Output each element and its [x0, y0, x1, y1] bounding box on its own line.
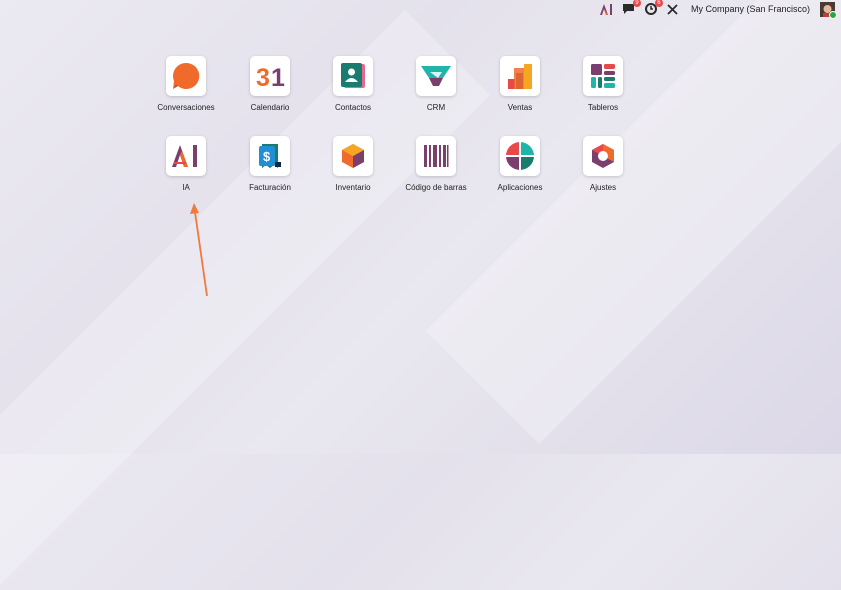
- discuss-icon: [173, 62, 200, 89]
- dashboards-icon: [591, 64, 615, 88]
- contacts-icon: [341, 63, 365, 88]
- app-tile[interactable]: [333, 136, 373, 176]
- app-conversaciones[interactable]: Conversaciones: [146, 56, 226, 112]
- app-tile[interactable]: [166, 136, 206, 176]
- app-ajustes[interactable]: Ajustes: [563, 136, 643, 192]
- sales-icon: [508, 64, 532, 89]
- app-label: Tableros: [587, 103, 619, 112]
- barcode-icon: [424, 145, 449, 167]
- app-label: IA: [182, 183, 190, 192]
- ai-icon: [172, 145, 197, 167]
- settings-icon: [592, 144, 614, 168]
- app-label: Ventas: [507, 103, 533, 112]
- app-label: Aplicaciones: [497, 183, 543, 192]
- svg-text:3: 3: [256, 64, 270, 90]
- app-tile[interactable]: [333, 56, 373, 96]
- app-aplicaciones[interactable]: Aplicaciones: [480, 136, 560, 192]
- app-inventario[interactable]: Inventario: [313, 136, 393, 192]
- app-tile[interactable]: [416, 136, 456, 176]
- app-ia[interactable]: IA: [146, 136, 226, 192]
- app-tableros[interactable]: Tableros: [563, 56, 643, 112]
- app-label: Código de barras: [405, 183, 467, 192]
- app-codigo-de-barras[interactable]: Código de barras: [396, 136, 476, 192]
- app-facturacion[interactable]: $ Facturación: [230, 136, 310, 192]
- app-tile[interactable]: 3 1: [250, 56, 290, 96]
- app-tile[interactable]: [166, 56, 206, 96]
- app-tile[interactable]: [583, 136, 623, 176]
- app-ventas[interactable]: Ventas: [480, 56, 560, 112]
- app-label: Facturación: [249, 183, 291, 192]
- app-label: Inventario: [335, 183, 371, 192]
- crm-icon: [421, 66, 451, 86]
- invoicing-icon: $: [259, 144, 281, 168]
- app-label: CRM: [426, 103, 446, 112]
- inventory-icon: [342, 144, 364, 168]
- app-label: Conversaciones: [157, 103, 215, 112]
- app-tile[interactable]: [500, 56, 540, 96]
- svg-text:$: $: [263, 149, 271, 164]
- app-label: Calendario: [250, 103, 290, 112]
- app-tile[interactable]: [583, 56, 623, 96]
- app-grid: Conversaciones 3 1 Calendario Contactos: [0, 0, 841, 454]
- app-label: Contactos: [334, 103, 372, 112]
- app-tile[interactable]: [500, 136, 540, 176]
- app-crm[interactable]: CRM: [396, 56, 476, 112]
- app-tile[interactable]: $: [250, 136, 290, 176]
- app-contactos[interactable]: Contactos: [313, 56, 393, 112]
- svg-text:1: 1: [271, 64, 285, 90]
- apps-icon: [506, 142, 534, 170]
- app-calendario[interactable]: 3 1 Calendario: [230, 56, 310, 112]
- calendar-icon: 3 1: [256, 64, 285, 90]
- app-tile[interactable]: [416, 56, 456, 96]
- app-label: Ajustes: [589, 183, 617, 192]
